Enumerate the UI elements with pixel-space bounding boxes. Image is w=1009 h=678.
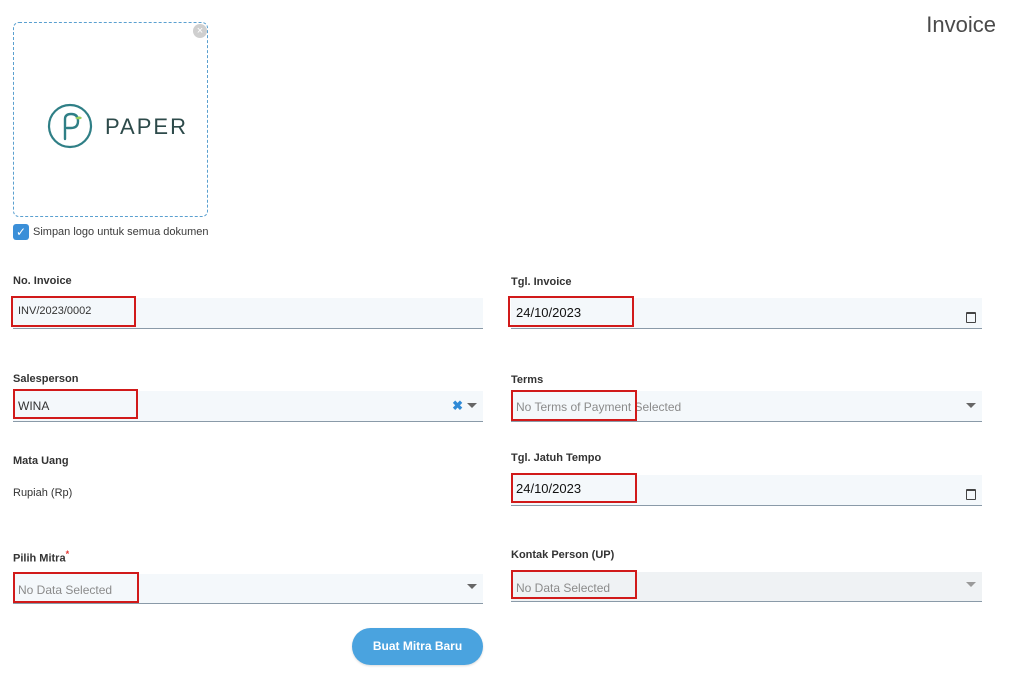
chevron-down-icon[interactable] (966, 582, 976, 587)
page-title: Invoice (926, 12, 996, 37)
save-logo-label: Simpan logo untuk semua dokumen (33, 226, 209, 238)
partner-label-text: Pilih Mitra (13, 552, 66, 565)
due-date-highlight (511, 473, 637, 503)
terms-highlight (511, 390, 637, 421)
due-date-label: Tgl. Jatuh Tempo (511, 452, 602, 464)
invoice-date-label: Tgl. Invoice (511, 276, 572, 288)
contact-label: Kontak Person (UP) (511, 549, 615, 561)
calendar-icon[interactable] (966, 489, 976, 500)
partner-highlight (13, 572, 139, 603)
invoice-no-highlight (11, 296, 136, 327)
logo-upload-area[interactable]: × PAPER (13, 22, 208, 217)
contact-highlight (511, 570, 637, 599)
remove-logo-icon[interactable]: × (193, 24, 207, 38)
salesperson-label: Salesperson (13, 373, 79, 385)
chevron-down-icon[interactable] (467, 403, 477, 408)
logo-brand-text: PAPER (105, 114, 188, 139)
currency-value: Rupiah (Rp) (13, 487, 73, 499)
save-logo-checkbox[interactable]: ✓ (13, 224, 29, 240)
clear-icon[interactable]: ✖ (452, 398, 463, 414)
partner-label: Pilih Mitra* (13, 549, 69, 565)
chevron-down-icon[interactable] (966, 403, 976, 408)
currency-label: Mata Uang (13, 455, 69, 467)
terms-label: Terms (511, 374, 544, 386)
create-partner-button[interactable]: Buat Mitra Baru (352, 628, 483, 665)
invoice-no-label: No. Invoice (13, 275, 72, 287)
paper-logo-icon (47, 103, 93, 149)
required-mark: * (65, 549, 70, 559)
chevron-down-icon[interactable] (467, 584, 477, 589)
calendar-icon[interactable] (966, 312, 976, 323)
invoice-date-highlight (508, 296, 634, 327)
salesperson-highlight (13, 389, 138, 419)
